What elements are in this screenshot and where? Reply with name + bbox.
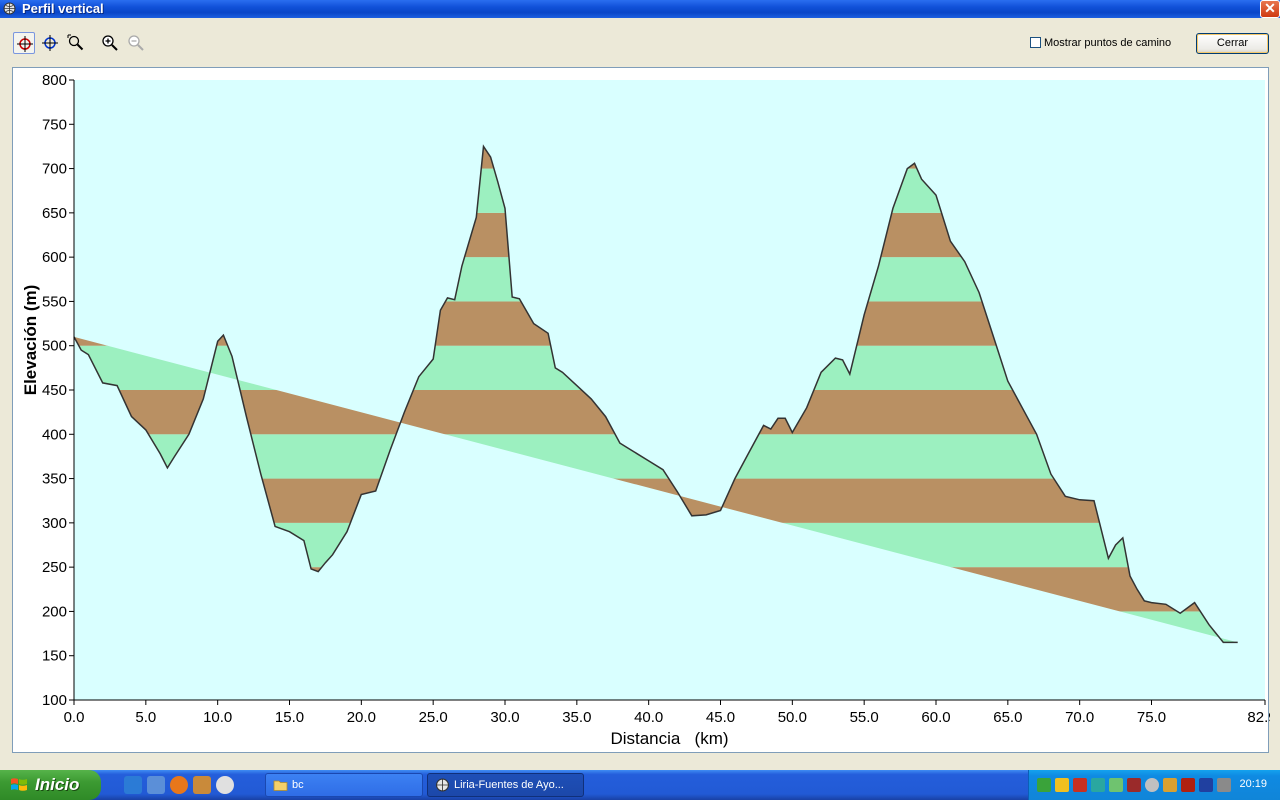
y-tick-label: 550 (42, 293, 67, 310)
close-window-button[interactable]: ✕ (1260, 0, 1280, 18)
taskbar-clock: 20:19 (1239, 778, 1267, 790)
x-tick-label: 55.0 (850, 709, 879, 726)
internet-explorer-icon[interactable] (124, 776, 142, 794)
x-tick-label: 70.0 (1065, 709, 1094, 726)
desktop-icon[interactable] (147, 776, 165, 794)
y-tick-label: 750 (42, 116, 67, 133)
zoom-area-tool[interactable] (65, 32, 87, 54)
tray-computer-icon[interactable] (1127, 778, 1141, 792)
y-tick-label: 250 (42, 559, 67, 576)
zoom-out-icon (128, 35, 144, 51)
crosshair-red-icon (17, 36, 33, 52)
x-tick-label: 30.0 (490, 709, 519, 726)
x-tick-label: 35.0 (562, 709, 591, 726)
start-label: Inicio (35, 775, 80, 794)
window-titlebar: Perfil vertical ✕ (0, 0, 1280, 18)
windows-flag-icon (11, 778, 27, 791)
x-tick-label: 50.0 (778, 709, 807, 726)
firefox-icon[interactable] (170, 776, 188, 794)
system-tray: 20:19 (1028, 770, 1280, 800)
media-tool-icon[interactable] (193, 776, 211, 794)
x-tick-label: 10.0 (203, 709, 232, 726)
y-tick-label: 600 (42, 249, 67, 266)
show-waypoints-checkbox[interactable] (1030, 37, 1041, 48)
toolbar: Mostrar puntos de camino Cerrar (0, 18, 1280, 66)
show-waypoints-label: Mostrar puntos de camino (1044, 37, 1172, 49)
x-tick-label: 0.0 (64, 709, 85, 726)
y-tick-label: 350 (42, 471, 67, 488)
zoom-area-icon (67, 34, 84, 51)
x-tick-label: 25.0 (419, 709, 448, 726)
y-tick-label: 200 (42, 603, 67, 620)
x-tick-label: 65.0 (993, 709, 1022, 726)
y-tick-label: 300 (42, 515, 67, 532)
x-tick-label: 20.0 (347, 709, 376, 726)
taskbar-item-app[interactable]: Liria-Fuentes de Ayo... (427, 773, 584, 797)
y-tick-label: 400 (42, 426, 67, 443)
x-tick-label: 40.0 (634, 709, 663, 726)
y-tick-label: 700 (42, 161, 67, 178)
zoom-in-icon (102, 35, 118, 51)
start-button[interactable]: Inicio (0, 770, 101, 800)
x-tick-label: 60.0 (921, 709, 950, 726)
y-tick-label: 800 (42, 72, 67, 89)
tray-update-icon[interactable] (1163, 778, 1177, 792)
folder-icon (273, 780, 288, 791)
y-tick-label: 500 (42, 338, 67, 355)
app-globe-icon (436, 778, 449, 792)
y-tick-label: 150 (42, 648, 67, 665)
x-tick-label: 75.0 (1137, 709, 1166, 726)
app-globe-icon (3, 2, 16, 15)
y-tick-label: 100 (42, 692, 67, 709)
tray-pdf-icon[interactable] (1073, 778, 1087, 792)
x-tick-label: 82.9 (1247, 709, 1270, 726)
window-title: Perfil vertical (22, 1, 104, 16)
tray-shield-icon[interactable] (1055, 778, 1069, 792)
player-icon[interactable] (216, 776, 234, 794)
show-waypoints-option[interactable]: Mostrar puntos de camino (1030, 37, 1171, 49)
zoom-out-tool[interactable] (125, 32, 147, 54)
tray-monitor-icon[interactable] (1199, 778, 1213, 792)
crosshair-blue-icon (42, 35, 58, 51)
cerrar-button[interactable]: Cerrar (1196, 33, 1269, 54)
tray-disc-icon[interactable] (1145, 778, 1159, 792)
y-tick-label: 450 (42, 382, 67, 399)
elevation-profile-chart: 800 750 700 650 600 550 500 450 400 350 300 250 200 1… (21, 72, 1270, 748)
y-axis-label: Elevación (m) (21, 285, 40, 396)
x-tick-label: 45.0 (706, 709, 735, 726)
taskbar-item-label: Liria-Fuentes de Ayo... (454, 779, 564, 791)
taskbar: Inicio bc Liria-Fuentes de Ayo... 20:19 (0, 770, 1280, 800)
elevation-chart-frame: 800 750 700 650 600 550 500 450 400 350 300 250 200 1… (12, 67, 1270, 753)
taskbar-item-folder[interactable]: bc (265, 773, 423, 797)
taskbar-item-label: bc (292, 779, 304, 791)
crosshair-blue-tool[interactable] (39, 32, 61, 54)
crosshair-red-tool[interactable] (13, 32, 35, 54)
zoom-in-tool[interactable] (99, 32, 121, 54)
y-tick-label: 650 (42, 205, 67, 222)
x-axis-label: Distancia (km) (610, 729, 728, 748)
tray-printer-icon[interactable] (1217, 778, 1231, 792)
tray-network-icon[interactable] (1037, 778, 1051, 792)
tray-app-icon[interactable] (1091, 778, 1105, 792)
x-tick-label: 5.0 (135, 709, 156, 726)
x-tick-label: 15.0 (275, 709, 304, 726)
tray-signal-icon[interactable] (1109, 778, 1123, 792)
tray-tool-icon[interactable] (1181, 778, 1195, 792)
